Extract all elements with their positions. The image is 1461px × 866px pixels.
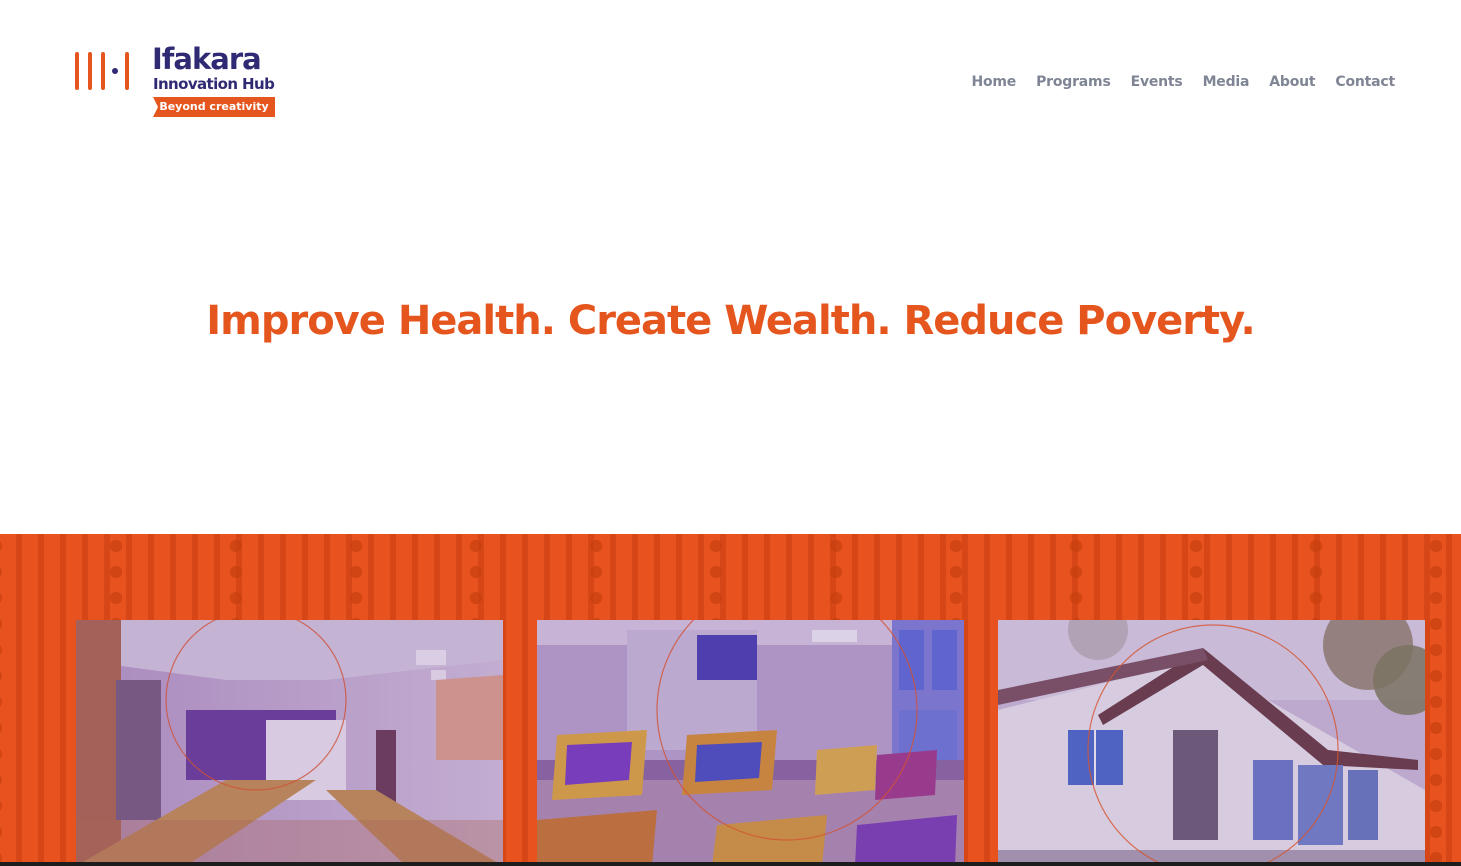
site-logo[interactable]: Ifakara Innovation Hub Beyond creativity — [75, 42, 285, 120]
nav-programs[interactable]: Programs — [1036, 72, 1111, 92]
classroom-chairs-photo — [537, 620, 964, 866]
hero-headline: Improve Health. Create Wealth. Reduce Po… — [206, 298, 1255, 344]
logo-title: Ifakara — [152, 42, 262, 76]
logo-subtitle: Innovation Hub — [153, 75, 275, 93]
gallery-image-training-room[interactable] — [76, 620, 503, 866]
nav-contact[interactable]: Contact — [1335, 72, 1395, 92]
gallery-band — [0, 534, 1461, 866]
hub-building-photo — [998, 620, 1425, 866]
logo-bars-icon — [75, 52, 129, 90]
nav-home[interactable]: Home — [971, 72, 1016, 92]
nav-events[interactable]: Events — [1131, 72, 1183, 92]
gallery-image-hub-building[interactable] — [998, 620, 1425, 866]
nav-about[interactable]: About — [1269, 72, 1315, 92]
page: Ifakara Innovation Hub Beyond creativity… — [0, 0, 1461, 866]
logo-tagline: Beyond creativity — [153, 97, 275, 117]
training-room-photo — [76, 620, 503, 866]
bottom-border — [0, 862, 1461, 866]
gallery-image-classroom[interactable] — [537, 620, 964, 866]
main-nav: Home Programs Events Media About Contact — [971, 72, 1395, 92]
nav-media[interactable]: Media — [1203, 72, 1250, 92]
